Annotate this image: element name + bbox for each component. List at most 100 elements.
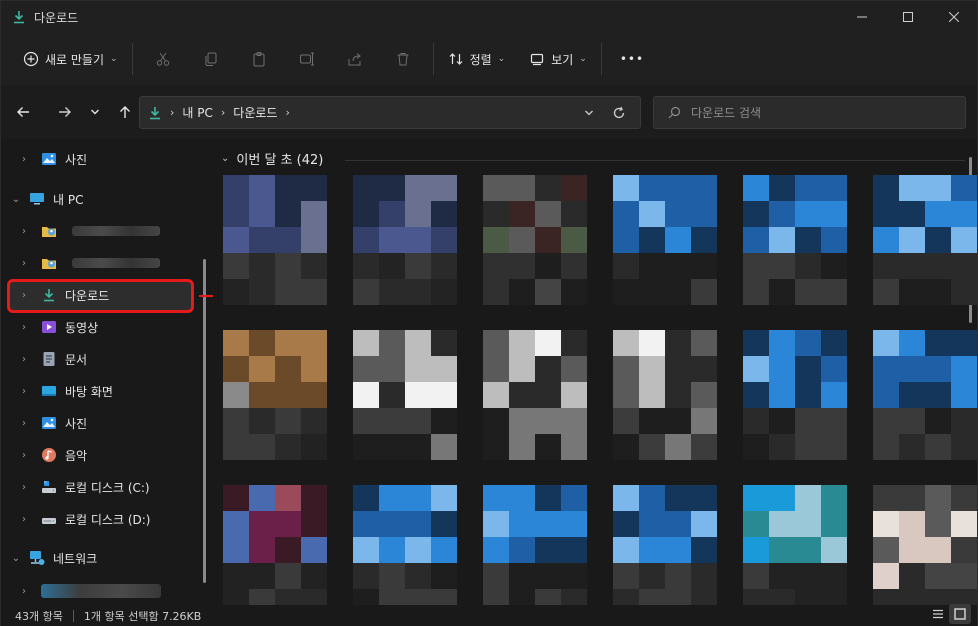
chevron-right-icon[interactable]: › [17,258,31,269]
thumbnail-pixel [561,279,587,305]
thumbnail-pixel [535,434,561,460]
file-thumbnail[interactable] [353,175,457,305]
cut-icon[interactable] [139,43,187,75]
chevron-right-icon[interactable]: › [17,586,31,597]
sidebar-item-desktop[interactable]: › 바탕 화면 [1,375,201,407]
new-button[interactable]: 새로 만들기 ⌄ [15,43,126,75]
thumbnail-pixel [535,227,561,253]
thumbnail-pixel [691,434,717,460]
address-bar[interactable]: › 내 PC › 다운로드 › [139,96,641,129]
thumbnail-pixel [405,537,431,563]
file-thumbnail[interactable] [483,330,587,460]
thumbnail-pixel [483,408,509,434]
file-thumbnail[interactable] [743,175,847,305]
rename-icon[interactable] [283,43,331,75]
view-button[interactable]: 보기 ⌄ [521,43,595,75]
refresh-icon[interactable] [604,106,634,120]
close-button[interactable] [931,1,977,33]
thumbnail-pixel [743,511,769,537]
chevron-right-icon[interactable]: › [17,226,31,237]
thumbnail-pixel [379,563,405,589]
file-thumbnail[interactable] [873,175,977,305]
thumbnail-pixel [275,330,301,356]
new-button-label: 새로 만들기 [45,52,105,67]
chevron-right-icon[interactable]: › [17,418,31,429]
thumbnail-pixel [613,537,639,563]
chevron-right-icon[interactable]: › [17,154,31,165]
thumbnail-pixel [899,537,925,563]
share-icon[interactable] [331,43,379,75]
recent-locations-chevron-icon[interactable] [80,97,110,127]
details-view-icon[interactable] [927,604,949,624]
thumbnail-pixel [223,563,249,589]
chevron-right-icon[interactable]: › [17,322,31,333]
file-thumbnail[interactable] [873,485,977,605]
sidebar-item-my-pc[interactable]: ⌄ 내 PC [1,183,201,215]
chevron-down-icon: ⌄ [221,153,230,164]
file-thumbnail[interactable] [743,330,847,460]
sidebar-item-documents[interactable]: › 문서 [1,343,201,375]
chevron-right-icon[interactable]: › [17,514,31,525]
thumbnail-pixel [223,485,249,511]
file-thumbnail[interactable] [613,485,717,605]
sort-button[interactable]: 정렬 ⌄ [440,43,514,75]
thumbnail-pixel [509,330,535,356]
sidebar-item-network[interactable]: ⌄ 네트워크 [1,542,201,574]
file-thumbnail[interactable] [873,330,977,460]
sidebar-item-videos[interactable]: › 동영상 [1,311,201,343]
file-thumbnail[interactable] [483,175,587,305]
thumbnail-pixel [691,537,717,563]
minimize-button[interactable] [839,1,885,33]
sidebar-item-pictures-quick[interactable]: › 사진 [1,143,201,175]
thumbnail-pixel [249,330,275,356]
sidebar-item-local-disk-d[interactable]: › 로컬 디스크 (D:) [1,503,201,535]
breadcrumb-my-pc[interactable]: 내 PC [182,104,212,121]
more-button[interactable]: ••• [612,43,652,75]
sidebar-item-folder-blurred-1[interactable]: › [1,215,201,247]
chevron-right-icon[interactable]: › [17,386,31,397]
chevron-right-icon[interactable]: › [17,482,31,493]
thumbnail-pixel [249,485,275,511]
thumbnail-pixel [821,175,847,201]
thumbnail-pixel [951,227,977,253]
delete-icon[interactable] [379,43,427,75]
thumbnail-pixel [769,563,795,589]
search-input[interactable]: 다운로드 검색 [653,96,966,129]
file-thumbnail[interactable] [223,485,327,605]
file-thumbnail[interactable] [613,175,717,305]
file-thumbnail[interactable] [353,330,457,460]
copy-icon[interactable] [187,43,235,75]
group-header[interactable]: ⌄ 이번 달 초 (42) [221,149,323,168]
sidebar-item-music[interactable]: › 음악 [1,439,201,471]
thumbnail-pixel [509,589,535,605]
up-arrow-icon[interactable] [110,97,140,127]
file-thumbnail[interactable] [223,330,327,460]
thumbnail-pixel [743,408,769,434]
chevron-down-icon[interactable]: ⌄ [9,553,23,564]
chevron-right-icon[interactable]: › [17,354,31,365]
address-history-chevron-icon[interactable] [574,108,604,118]
chevron-down-icon[interactable]: ⌄ [9,194,23,205]
thumbnail-pixel [223,279,249,305]
breadcrumb-downloads[interactable]: 다운로드 [233,104,277,121]
sidebar-item-network-device-blurred[interactable]: › [1,575,201,607]
forward-arrow-icon[interactable] [50,97,80,127]
thumbnail-pixel [275,537,301,563]
file-thumbnail[interactable] [223,175,327,305]
file-thumbnail[interactable] [743,485,847,605]
file-thumbnail[interactable] [613,330,717,460]
sidebar-scrollbar[interactable] [203,259,206,583]
file-thumbnail[interactable] [483,485,587,605]
file-thumbnail[interactable] [353,485,457,605]
thumbnail-pixel [431,253,457,279]
thumbnail-pixel [691,408,717,434]
thumbnail-pixel [899,408,925,434]
sidebar-item-pictures[interactable]: › 사진 [1,407,201,439]
sidebar-item-local-disk-c[interactable]: › 로컬 디스크 (C:) [1,471,201,503]
maximize-button[interactable] [885,1,931,33]
sidebar-item-folder-blurred-2[interactable]: › [1,247,201,279]
back-arrow-icon[interactable] [8,97,38,127]
chevron-right-icon[interactable]: › [17,450,31,461]
paste-icon[interactable] [235,43,283,75]
large-icons-view-icon[interactable] [949,604,971,624]
